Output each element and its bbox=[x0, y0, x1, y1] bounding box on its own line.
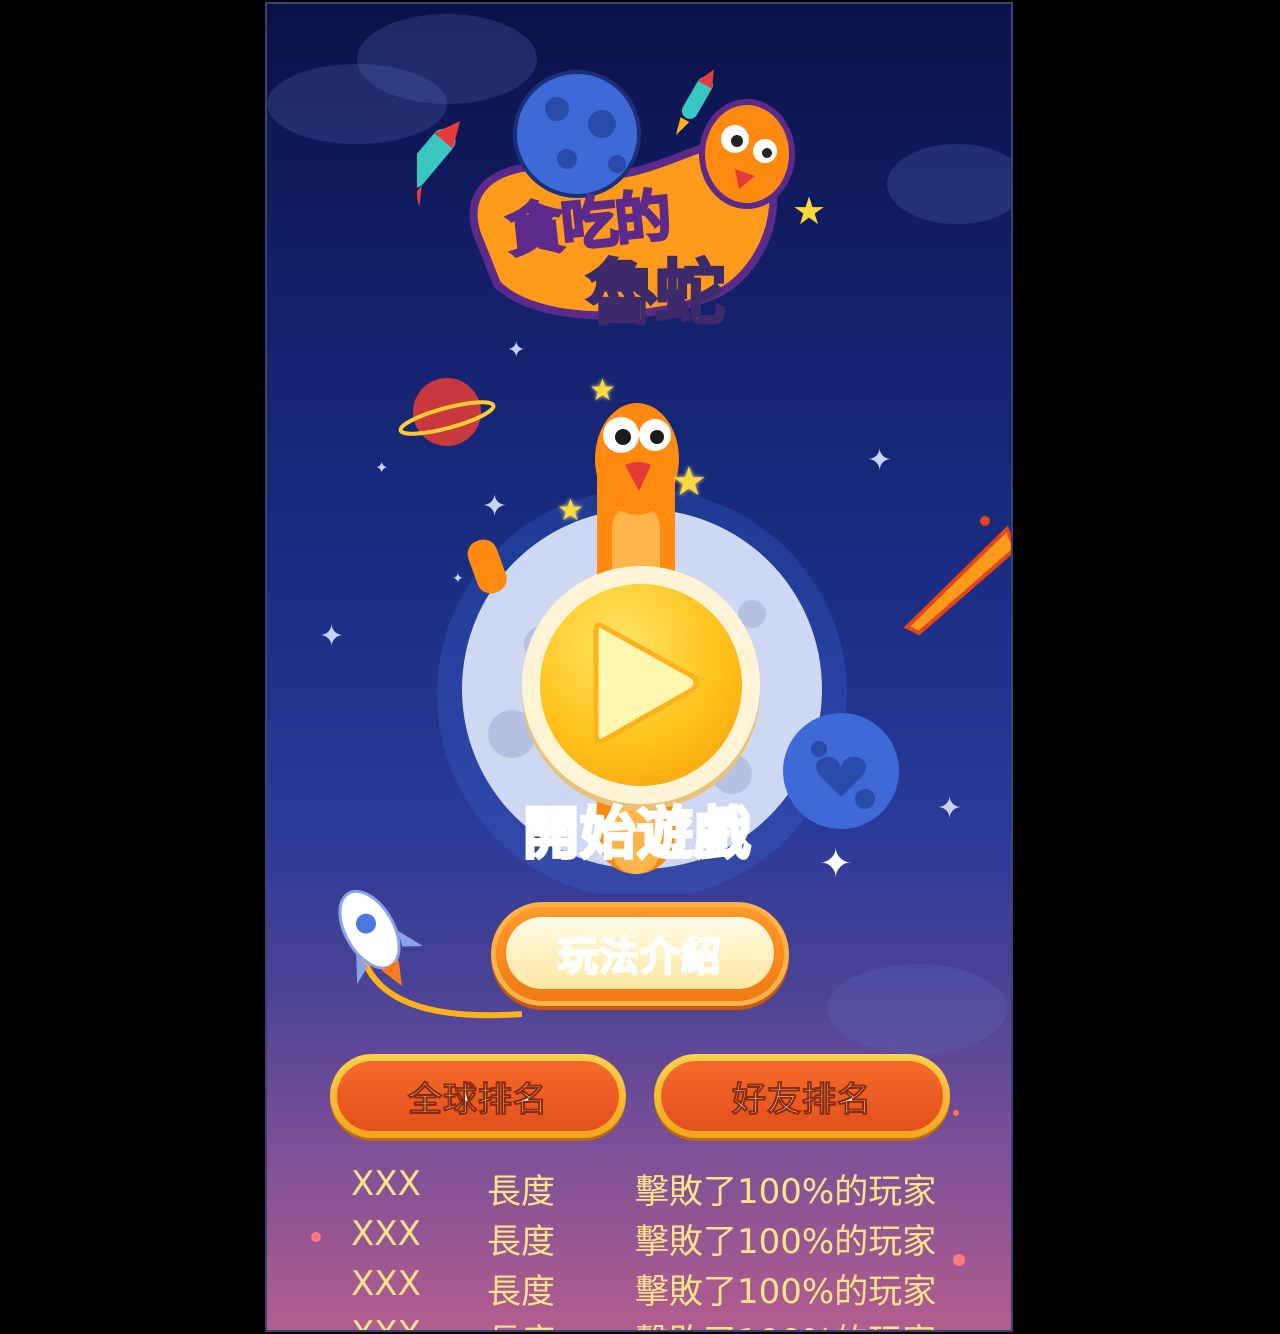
game-screen: ✦ ✦ ✦ ✦ ✦ ✦ ✦ ✦ ★ 貪吃的 魯蛇 ★ ★ ★ 開始遊戲 玩法介紹… bbox=[265, 2, 1013, 1332]
ranking-row: XXX 長度 擊敗了100%的玩家 bbox=[267, 1214, 1011, 1264]
heart-planet-icon bbox=[783, 713, 899, 829]
dot-decoration bbox=[953, 1254, 965, 1266]
ranking-row: XXX 長度 擊敗了100%的玩家 bbox=[267, 1264, 1011, 1314]
global-ranking-button[interactable]: 全球排名 bbox=[330, 1054, 626, 1138]
ranking-list: XXX 長度 擊敗了100%的玩家 XXX 長度 擊敗了100%的玩家 XXX … bbox=[267, 1164, 1011, 1330]
logo-title-line2: 魯蛇 bbox=[586, 251, 727, 336]
sparkle-icon: ✦ bbox=[319, 619, 345, 654]
star-icon: ★ bbox=[671, 459, 707, 505]
start-game-label[interactable]: 開始遊戲 bbox=[487, 789, 787, 870]
player-name: XXX bbox=[351, 1264, 421, 1304]
sparkle-icon: ✦ bbox=[375, 458, 389, 477]
player-name: XXX bbox=[351, 1164, 421, 1204]
friend-ranking-label: 好友排名 bbox=[732, 1079, 872, 1120]
player-name: XXX bbox=[351, 1214, 421, 1254]
player-result: 擊敗了100%的玩家 bbox=[635, 1172, 937, 1212]
player-name: XXX bbox=[351, 1314, 421, 1330]
rocket-icon bbox=[417, 120, 461, 207]
player-result: 擊敗了100%的玩家 bbox=[635, 1222, 937, 1262]
star-icon: ★ bbox=[589, 373, 616, 408]
player-length: 長度 bbox=[487, 1272, 555, 1312]
player-result: 擊敗了100%的玩家 bbox=[635, 1314, 936, 1330]
play-button[interactable] bbox=[522, 566, 760, 804]
comet-icon bbox=[903, 516, 1011, 636]
play-icon bbox=[593, 622, 699, 744]
player-length: 長度 bbox=[487, 1222, 555, 1262]
star-icon: ★ bbox=[557, 493, 584, 528]
player-length: 長度 bbox=[487, 1172, 555, 1212]
dot-decoration bbox=[953, 1110, 959, 1116]
how-to-play-label: 玩法介紹 bbox=[557, 933, 722, 981]
cloud-decoration bbox=[887, 144, 1011, 224]
how-to-play-button[interactable]: 玩法介紹 bbox=[491, 902, 789, 1006]
dot-decoration bbox=[311, 1232, 321, 1242]
planet-icon bbox=[398, 378, 496, 446]
global-ranking-label: 全球排名 bbox=[408, 1079, 548, 1120]
ranking-row: XXX 長度 擊敗了100%的玩家 bbox=[267, 1164, 1011, 1214]
game-logo: 貪吃的 魯蛇 bbox=[497, 179, 807, 335]
friend-ranking-button[interactable]: 好友排名 bbox=[654, 1054, 950, 1138]
ranking-row: XXX 長度 擊敗了100%的玩家 bbox=[267, 1314, 1011, 1330]
sparkle-icon: ✦ bbox=[937, 791, 963, 826]
cloud-decoration bbox=[827, 964, 1007, 1054]
player-length: 長度 bbox=[487, 1314, 555, 1330]
player-result: 擊敗了100%的玩家 bbox=[635, 1272, 937, 1312]
sparkle-icon: ✦ bbox=[867, 443, 893, 478]
